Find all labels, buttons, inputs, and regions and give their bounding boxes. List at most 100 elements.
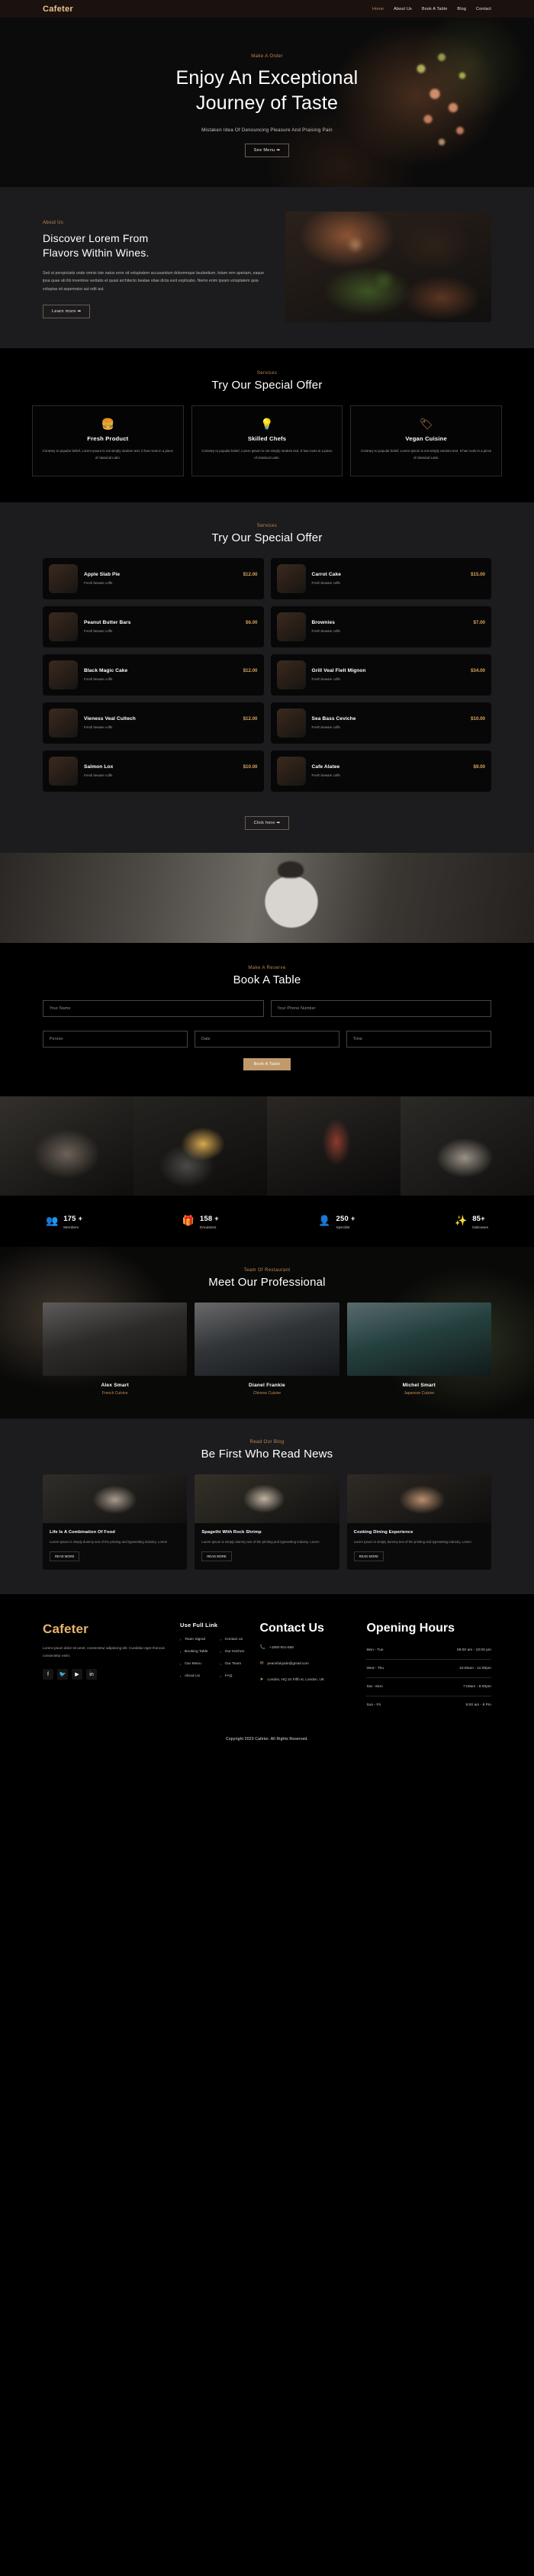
footer-link[interactable]: Our Menu	[180, 1662, 208, 1666]
book-table-section: Make A Reserve Book A Table Book A Table	[0, 942, 534, 1096]
read-more-button[interactable]: READ MORE	[201, 1551, 232, 1561]
person-input[interactable]	[43, 1030, 188, 1048]
footer-link[interactable]: Our Kitchen	[220, 1650, 245, 1654]
phone-input[interactable]	[270, 999, 491, 1017]
service-card[interactable]: 💡 Skilled Chefs Contrary to popular beli…	[191, 405, 343, 476]
menu-item[interactable]: Cafe Alatee $9.00 Fresh beware coffe	[270, 750, 491, 792]
menu-label: Services	[256, 523, 278, 528]
time-input[interactable]	[346, 1030, 491, 1048]
menu-item-desc: Fresh beware coffe	[311, 725, 341, 729]
youtube-icon[interactable]: ▶	[72, 1669, 82, 1680]
menu-item[interactable]: Salmon Lox $10.00 Fresh beware coffe	[43, 750, 264, 792]
book-a-table-button[interactable]: Book A Table	[243, 1057, 291, 1070]
click-here-button[interactable]: Click here ➡	[244, 815, 290, 830]
footer-link[interactable]: Team Signal	[180, 1638, 208, 1641]
blog-post-title: Life Is A Combination Of Food	[50, 1529, 115, 1535]
stat-value: 85+	[472, 1214, 485, 1223]
footer-link[interactable]: Our Team	[220, 1662, 245, 1666]
linkedin-icon[interactable]: in	[86, 1669, 97, 1680]
twitter-icon[interactable]: 🐦	[57, 1669, 68, 1680]
menu-item[interactable]: Sea Bass Ceviche $10.00 Fresh beware coffe	[270, 702, 491, 744]
blog-post[interactable]: Cooking Dining Experience Lorem Ipsum is…	[346, 1474, 491, 1570]
stat-value: 158 +	[199, 1214, 219, 1223]
blog-post[interactable]: Spagethi With Rock Shrimp Lorem Ipsum is…	[195, 1474, 339, 1570]
site-logo[interactable]: Cafeter	[43, 5, 73, 14]
stat-item: 👥 175 + Members	[46, 1211, 82, 1230]
nav-item-contact[interactable]: Contact	[476, 7, 491, 11]
footer-link[interactable]: FAQ	[220, 1674, 245, 1678]
team-member[interactable]: Michel Smart Japanese Cuisine	[346, 1302, 491, 1396]
footer-link[interactable]: Booking Table	[180, 1650, 208, 1654]
blog-post[interactable]: Life Is A Combination Of Food Lorem Ipsu…	[43, 1474, 188, 1570]
facebook-icon[interactable]: f	[43, 1669, 53, 1680]
mail-icon: ✉	[259, 1661, 264, 1666]
opening-hours-row: Sun - Fri 9:00 am - 8 Pm	[366, 1696, 491, 1714]
menu-item[interactable]: Black Magic Cake $12.00 Fresh beware coffe	[43, 654, 264, 696]
footer-link[interactable]: About Us	[180, 1674, 208, 1678]
hero-section: Make A Order Enjoy An Exceptional Journe…	[0, 18, 534, 187]
about-body: Sed ut perspiciatis unde omnis iste natu…	[43, 270, 265, 292]
menu-item-price: $9.00	[473, 764, 485, 770]
footer-contact-title: Contact Us	[259, 1621, 324, 1635]
contact-item[interactable]: 📞 +1800-001-658	[259, 1645, 351, 1651]
opening-hours-row: Mon - Tue 09:00 am - 10:00 pm	[366, 1641, 491, 1660]
team-member-name: Michel Smart	[402, 1382, 436, 1388]
copyright-text: Copyright 2023 Cafeter. All Rights Reser…	[0, 1724, 534, 1757]
menu-item-name: Cafe Alatee	[311, 764, 340, 770]
menu-item-desc: Fresh beware coffe	[84, 581, 113, 585]
menu-item[interactable]: Apple Slab Pie $12.00 Fresh beware coffe	[43, 557, 264, 599]
nav-item-blog[interactable]: Blog	[457, 7, 466, 11]
blog-post-text: Lorem Ipsum is simply dummy text of the …	[353, 1539, 471, 1544]
nav-item-book-a-table[interactable]: Book A Table	[422, 7, 447, 11]
date-input[interactable]	[195, 1030, 339, 1048]
menu-item-name: Carrot Cake	[311, 572, 341, 577]
read-more-button[interactable]: READ MORE	[353, 1551, 384, 1561]
menu-item[interactable]: Vieness Veal Cultech $12.00 Fresh beware c…	[43, 702, 264, 744]
chef-banner-image	[0, 852, 534, 943]
team-member[interactable]: Alex Smart French Cuisine	[43, 1302, 188, 1396]
footer-link[interactable]: Contact us	[220, 1638, 245, 1641]
menu-item[interactable]: Brownies $7.00 Fresh beware coffe	[270, 605, 491, 647]
menu-item[interactable]: Peanut Butter Bars $6.00 Fresh beware coff…	[43, 605, 264, 647]
team-member-role: Chinese Cuisine	[253, 1390, 281, 1396]
hours-time: 09:00 am - 10:00 pm	[456, 1648, 491, 1652]
name-input[interactable]	[43, 999, 264, 1017]
menu-item-name: Peanut Butter Bars	[84, 620, 131, 625]
menu-item[interactable]: Grill Veal Fielt Mignon $34.00 Fresh bewar…	[270, 654, 491, 696]
members-icon: 👥	[46, 1214, 59, 1226]
team-member-photo	[43, 1302, 188, 1376]
footer-logo[interactable]: Cafeter	[43, 1622, 165, 1637]
about-section: About Us Discover Lorem From Flavors Wit…	[0, 187, 534, 348]
service-text: Contrary to popular belief, Lorem Ipsum …	[361, 449, 492, 460]
menu-item-image	[276, 563, 306, 593]
menu-item-name: Salmon Lox	[84, 764, 114, 770]
hero-title-line1: Enjoy An Exceptional	[175, 67, 359, 89]
footer-link-column-2: Contact us Our Kitchen Our Team FAQ	[220, 1638, 245, 1687]
nav-item-home[interactable]: Home	[372, 7, 384, 11]
footer-contact-list: 📞 +1800-001-658 ✉ peacefulqode@gmail.com ➤ Lo…	[259, 1645, 351, 1683]
learn-more-button[interactable]: Learn more ➡	[43, 304, 91, 318]
menu-item-image	[276, 756, 306, 786]
team-section: Team Of Restaurant Meet Our Professional…	[0, 1247, 534, 1419]
contact-item[interactable]: ✉ peacefulqode@gmail.com	[259, 1661, 351, 1667]
blog-post-image	[43, 1474, 188, 1523]
service-text: Contrary to popular belief, Lorem Ipsum …	[42, 449, 173, 460]
menu-item-name: Black Magic Cake	[84, 668, 128, 673]
blog-post-image	[195, 1474, 339, 1523]
team-member-name: Dianel Frankie	[249, 1382, 285, 1388]
team-member[interactable]: Dianel Frankie Chinese Cuisine	[195, 1302, 339, 1396]
menu-item-price: $10.00	[471, 716, 485, 721]
book-label: Make A Reserve	[248, 965, 286, 970]
see-menu-button[interactable]: See Menu ➡	[244, 144, 290, 157]
about-image	[285, 211, 491, 322]
service-card[interactable]: 🏷 Vegan Cuisine Contrary to popular beli…	[350, 405, 503, 476]
team-label: Team Of Restaurant	[243, 1267, 291, 1273]
read-more-button[interactable]: READ MORE	[50, 1551, 80, 1561]
blog-post-text: Lorem Ipsum is simply dummy text of the …	[201, 1539, 320, 1544]
contact-item[interactable]: ➤ London, HQ 24 Fifth st, London, UK	[259, 1677, 351, 1683]
nav-item-about-us[interactable]: About Us	[394, 7, 412, 11]
service-title: Fresh Product	[87, 435, 129, 442]
service-card[interactable]: 🍔 Fresh Product Contrary to popular beli…	[32, 405, 184, 476]
menu-item[interactable]: Carrot Cake $15.00 Fresh beware coffe	[270, 557, 491, 599]
menu-item-image	[49, 660, 78, 689]
